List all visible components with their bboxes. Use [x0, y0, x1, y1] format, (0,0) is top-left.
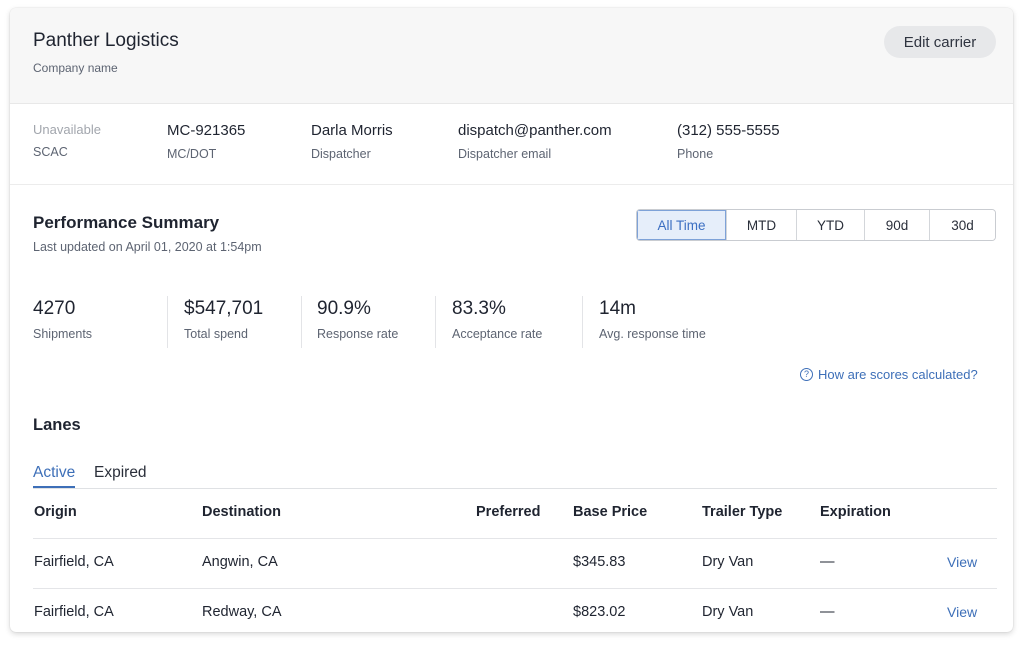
cell-origin: Fairfield, CA [34, 554, 114, 570]
phone-label: Phone [677, 147, 714, 161]
stat-divider [167, 296, 168, 348]
carrier-info-row: Unavailable SCAC MC-921365 MC/DOT Darla … [10, 104, 1013, 185]
cell-base-price: $823.02 [573, 604, 626, 620]
stat-label: Total spend [184, 327, 248, 341]
stat-label: Response rate [317, 327, 399, 341]
phone-field: (312) 555-5555 Phone [677, 122, 780, 161]
stat-divider [301, 296, 302, 348]
dispatcher-field: Darla Morris Dispatcher [311, 122, 393, 161]
mc-dot-value: MC-921365 [167, 122, 246, 139]
cell-origin: Fairfield, CA [34, 604, 114, 620]
cell-base-price: $345.83 [573, 554, 626, 570]
stat-divider [435, 296, 436, 348]
range-mtd-button[interactable]: MTD [726, 210, 796, 240]
dispatcher-email-value: dispatch@panther.com [458, 122, 612, 139]
carrier-header: Panther Logistics Company name Edit carr… [10, 8, 1013, 104]
column-header-base-price: Base Price [573, 504, 648, 520]
scac-value: Unavailable [33, 122, 101, 137]
cell-destination: Redway, CA [202, 604, 282, 620]
cell-expiration: — [820, 554, 835, 570]
stat-label: Avg. response time [599, 327, 706, 341]
cell-trailer-type: Dry Van [702, 604, 754, 620]
stat-value: 90.9% [317, 298, 371, 319]
table-row-divider [33, 538, 997, 539]
company-name-label: Company name [33, 61, 118, 75]
tab-expired[interactable]: Expired [94, 464, 147, 482]
stat-acceptance-rate: 83.3% Acceptance rate [452, 298, 542, 348]
carrier-card: Panther Logistics Company name Edit carr… [10, 8, 1013, 632]
stat-avg-response-time: 14m Avg. response time [599, 298, 706, 348]
dispatcher-email-field: dispatch@panther.com Dispatcher email [458, 122, 612, 161]
range-all-time-button[interactable]: All Time [637, 210, 726, 240]
stat-total-spend: $547,701 Total spend [184, 298, 263, 348]
cell-trailer-type: Dry Van [702, 554, 754, 570]
scac-field: Unavailable SCAC [33, 122, 101, 159]
tab-active[interactable]: Active [33, 464, 76, 488]
range-ytd-button[interactable]: YTD [796, 210, 864, 240]
dispatcher-label: Dispatcher [311, 147, 371, 161]
column-header-trailer-type: Trailer Type [702, 504, 783, 520]
tabs-divider [33, 488, 997, 489]
stat-value: 14m [599, 298, 636, 319]
column-header-preferred: Preferred [476, 504, 541, 520]
column-header-destination: Destination [202, 504, 281, 520]
mc-dot-label: MC/DOT [167, 147, 217, 161]
edit-carrier-button[interactable]: Edit carrier [884, 26, 996, 58]
stat-value: $547,701 [184, 298, 264, 319]
column-header-origin: Origin [34, 504, 77, 520]
mc-dot-field: MC-921365 MC/DOT [167, 122, 245, 161]
company-name: Panther Logistics [33, 30, 179, 51]
column-header-expiration: Expiration [820, 504, 891, 520]
cell-expiration: — [820, 604, 835, 620]
last-updated-text: Last updated on April 01, 2020 at 1:54pm [33, 240, 262, 254]
scores-help-text: How are scores calculated? [818, 367, 978, 382]
stat-label: Acceptance rate [452, 327, 543, 341]
stat-label: Shipments [33, 327, 93, 341]
phone-value: (312) 555-5555 [677, 122, 780, 139]
time-range-selector: All Time MTD YTD 90d 30d [636, 209, 996, 241]
dispatcher-value: Darla Morris [311, 122, 393, 139]
question-circle-icon: ? [800, 368, 813, 382]
lanes-title: Lanes [33, 416, 81, 434]
cell-destination: Angwin, CA [202, 554, 278, 570]
stat-shipments: 4270 Shipments [33, 298, 92, 348]
stat-value: 4270 [33, 298, 76, 319]
view-lane-link[interactable]: View [947, 604, 977, 620]
stat-response-rate: 90.9% Response rate [317, 298, 398, 348]
range-90d-button[interactable]: 90d [864, 210, 929, 240]
view-lane-link[interactable]: View [947, 554, 977, 570]
range-30d-button[interactable]: 30d [929, 210, 995, 240]
performance-summary-title: Performance Summary [33, 213, 220, 232]
scores-help-link[interactable]: ? How are scores calculated? [800, 367, 978, 382]
stat-divider [582, 296, 583, 348]
scac-label: SCAC [33, 145, 68, 159]
dispatcher-email-label: Dispatcher email [458, 147, 552, 161]
table-row-divider [33, 588, 997, 589]
stat-value: 83.3% [452, 298, 506, 319]
